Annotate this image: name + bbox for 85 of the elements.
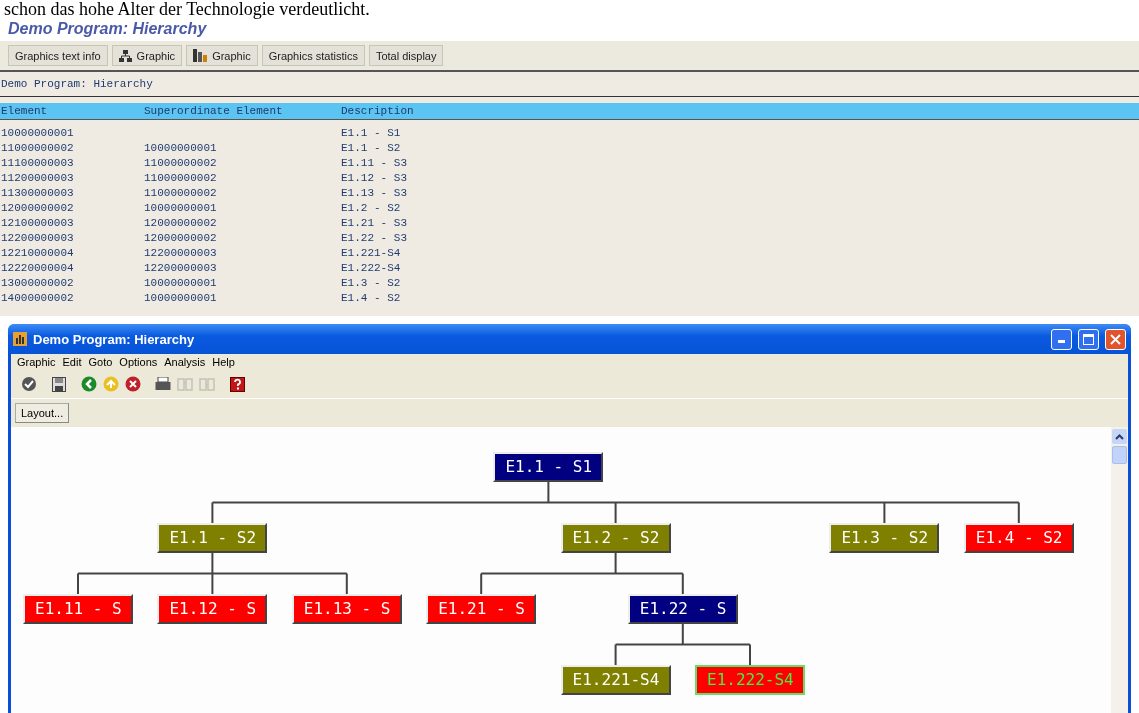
table-cell-text: 10000000001 — [144, 291, 218, 306]
table-cell-text: 12200000003 — [1, 231, 75, 246]
table-cell-text: E1.12 - S3 — [341, 171, 408, 186]
printer-icon — [155, 377, 171, 391]
menu-item[interactable]: Help — [212, 356, 235, 368]
table-cell-text: E1.21 - S3 — [341, 216, 408, 231]
hierarchy-icon — [118, 49, 132, 62]
table-cell-text: 12000000002 — [144, 231, 218, 246]
cancel-icon — [125, 376, 141, 392]
tree-node[interactable]: E1.1 - S1 — [493, 452, 604, 482]
tree-node[interactable]: E1.2 - S2 — [560, 523, 671, 553]
page-title: Demo Program: Hierarchy — [7, 19, 208, 39]
table-cell-text: 12200000003 — [144, 261, 218, 276]
table-cell-text: 13000000002 — [1, 276, 75, 291]
tree-node[interactable]: E1.21 - S — [426, 594, 537, 624]
document-text: schon das hohe Alter der Technologie verdeutlicht. — [3, 0, 371, 18]
table-cell-text: 12000000002 — [144, 216, 218, 231]
tree-node[interactable]: E1.22 - S — [627, 594, 738, 624]
tree-node[interactable]: E1.221-S4 — [560, 665, 671, 695]
menu-item[interactable]: Goto — [88, 356, 113, 368]
layout-button[interactable]: Layout... — [15, 403, 70, 423]
table-cell-text: E1.1 - S2 — [341, 141, 402, 156]
help-icon — [229, 376, 245, 392]
tree-node[interactable]: E1.4 - S2 — [963, 523, 1074, 553]
menu-item[interactable]: Graphic — [17, 356, 56, 368]
app-icon — [13, 332, 27, 346]
table-cell-text: 12200000003 — [144, 246, 218, 261]
tree-node[interactable]: E1.1 - S2 — [157, 523, 268, 553]
menu-item[interactable]: Options — [119, 356, 158, 368]
table-cell-text: 12000000002 — [1, 201, 75, 216]
table-cell-text: 11000000002 — [144, 171, 218, 186]
table-cell-text: E1.221-S4 — [341, 246, 402, 261]
up-arrow-icon — [103, 376, 119, 392]
menu-item[interactable]: Edit — [62, 356, 82, 368]
table-cell-text: 11000000002 — [144, 186, 218, 201]
tree-node[interactable]: E1.3 - S2 — [829, 523, 940, 553]
maximize-button[interactable] — [1078, 328, 1099, 350]
toolbar-button[interactable]: Total display — [368, 45, 444, 66]
column-header: Superordinate Element — [144, 105, 284, 117]
save-icon — [52, 376, 66, 392]
table-cell-text: 11300000003 — [1, 186, 75, 201]
table-cell-text: E1.22 - S3 — [341, 231, 408, 246]
menu-item[interactable]: Analysis — [164, 356, 206, 368]
tree-node[interactable]: E1.11 - S — [23, 594, 133, 624]
toolbar-button[interactable]: Graphic — [186, 45, 258, 66]
close-button[interactable] — [1105, 328, 1126, 350]
check-icon — [21, 376, 37, 392]
tree-node[interactable]: E1.12 - S — [157, 594, 268, 624]
table-cell-text: 10000000001 — [144, 276, 218, 291]
table-cell-text: E1.4 - S2 — [341, 291, 402, 306]
table-cell-text: 12100000003 — [1, 216, 75, 231]
table-cell-text: 11000000002 — [144, 156, 218, 171]
binoculars-icon — [177, 377, 193, 391]
scroll-thumb[interactable] — [1112, 446, 1127, 464]
column-header: Description — [341, 105, 415, 117]
toolbar-button[interactable]: Graphic — [111, 45, 183, 66]
toolbar-button[interactable]: Graphics text info — [8, 45, 108, 66]
bar-chart-icon — [193, 49, 208, 62]
table-cell-text: 11000000002 — [1, 141, 75, 156]
table-cell-text: 12220000004 — [1, 261, 75, 276]
tree-node[interactable]: E1.13 - S — [291, 594, 402, 624]
window-title: Demo Program: Hierarchy — [33, 331, 196, 347]
table-cell-text: 10000000001 — [144, 201, 218, 216]
table-cell-text: 11100000003 — [1, 156, 75, 171]
table-cell-text: E1.222-S4 — [341, 261, 402, 276]
table-cell-text: 10000000001 — [1, 126, 75, 141]
table-cell-text: E1.2 - S2 — [341, 201, 402, 216]
scrollbar[interactable] — [1111, 427, 1128, 713]
table-cell-text: 12210000004 — [1, 246, 75, 261]
binoculars-icon — [199, 377, 215, 391]
column-header: Element — [1, 105, 49, 117]
table-cell-text: E1.1 - S1 — [341, 126, 402, 141]
table-cell-text: 10000000001 — [144, 141, 218, 156]
table-cell-text: E1.3 - S2 — [341, 276, 402, 291]
table-cell-text: E1.11 - S3 — [341, 156, 408, 171]
caret-up-icon — [1115, 433, 1124, 440]
scroll-up-button[interactable] — [1112, 429, 1127, 444]
table-cell-text: 14000000002 — [1, 291, 75, 306]
table-cell-text: E1.13 - S3 — [341, 186, 408, 201]
minimize-button[interactable] — [1051, 328, 1072, 350]
maximize-icon — [1083, 333, 1094, 345]
toolbar-button[interactable]: Graphics statistics — [261, 45, 365, 66]
close-icon — [1110, 333, 1121, 345]
table-cell-text: 11200000003 — [1, 171, 75, 186]
list-title: Demo Program: Hierarchy — [0, 72, 1139, 97]
